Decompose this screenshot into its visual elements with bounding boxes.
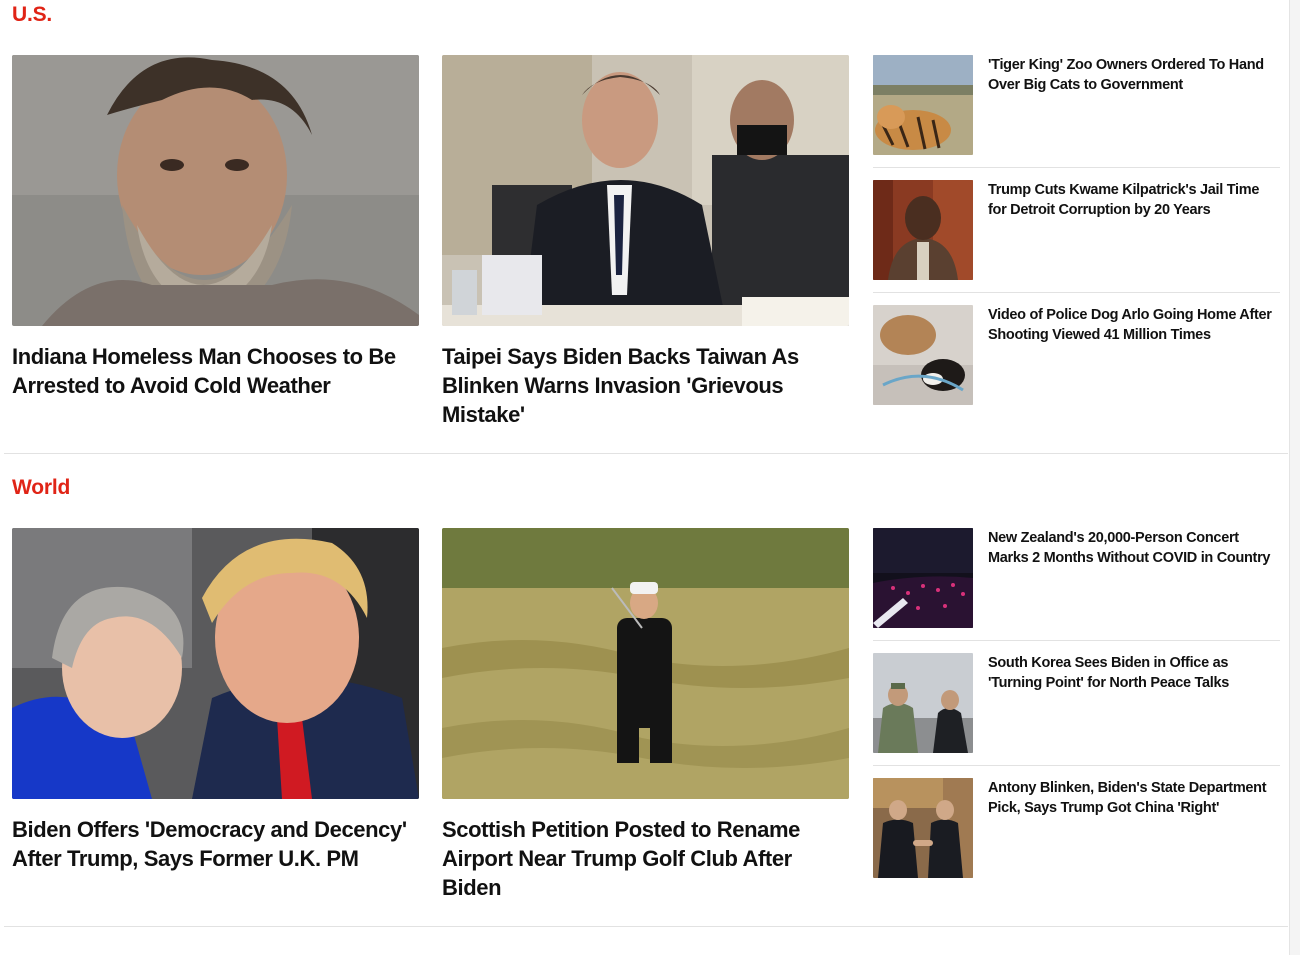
section-title-world[interactable]: World (12, 476, 70, 500)
dog-photo[interactable] (873, 305, 973, 405)
side-headline[interactable]: New Zealand's 20,000-Person Concert Mark… (988, 528, 1280, 568)
side-article[interactable]: South Korea Sees Biden in Office as 'Tur… (873, 653, 1280, 766)
side-article-list: 'Tiger King' Zoo Owners Ordered To Hand … (873, 55, 1280, 430)
soldiers-photo[interactable] (873, 653, 973, 753)
feature-headline[interactable]: Taipei Says Biden Backs Taiwan As Blinke… (442, 342, 849, 429)
leaders-photo[interactable] (12, 528, 419, 799)
side-article[interactable]: Video of Police Dog Arlo Going Home Afte… (873, 305, 1280, 405)
feature-headline[interactable]: Indiana Homeless Man Chooses to Be Arres… (12, 342, 419, 400)
courtroom-photo[interactable] (873, 180, 973, 280)
scrollbar-track[interactable] (1289, 0, 1300, 955)
hearing-photo[interactable] (442, 55, 849, 326)
concert-photo[interactable] (873, 528, 973, 628)
side-headline[interactable]: Trump Cuts Kwame Kilpatrick's Jail Time … (988, 180, 1280, 220)
feature-headline[interactable]: Scottish Petition Posted to Rename Airpo… (442, 815, 849, 902)
section-title-us[interactable]: U.S. (12, 3, 52, 27)
section-divider (4, 926, 1288, 927)
section-world: World Biden Offers 'Democracy and Decenc… (0, 473, 1288, 926)
side-headline[interactable]: Antony Blinken, Biden's State Department… (988, 778, 1280, 818)
side-article[interactable]: New Zealand's 20,000-Person Concert Mark… (873, 528, 1280, 641)
side-article-list: New Zealand's 20,000-Person Concert Mark… (873, 528, 1280, 903)
news-page: U.S. Indiana Homeless Man Chooses to Be … (0, 0, 1300, 955)
side-headline[interactable]: 'Tiger King' Zoo Owners Ordered To Hand … (988, 55, 1280, 95)
side-headline[interactable]: Video of Police Dog Arlo Going Home Afte… (988, 305, 1280, 345)
section-us: U.S. Indiana Homeless Man Chooses to Be … (0, 0, 1288, 453)
feature-article[interactable]: Taipei Says Biden Backs Taiwan As Blinke… (442, 55, 849, 429)
feature-article[interactable]: Biden Offers 'Democracy and Decency' Aft… (12, 528, 419, 873)
mugshot-photo[interactable] (12, 55, 419, 326)
side-article[interactable]: 'Tiger King' Zoo Owners Ordered To Hand … (873, 55, 1280, 168)
tiger-photo[interactable] (873, 55, 973, 155)
feature-article[interactable]: Scottish Petition Posted to Rename Airpo… (442, 528, 849, 902)
golf-photo[interactable] (442, 528, 849, 799)
side-article[interactable]: Trump Cuts Kwame Kilpatrick's Jail Time … (873, 180, 1280, 293)
section-divider (4, 453, 1288, 454)
feature-article[interactable]: Indiana Homeless Man Chooses to Be Arres… (12, 55, 419, 400)
handshake-photo[interactable] (873, 778, 973, 878)
feature-headline[interactable]: Biden Offers 'Democracy and Decency' Aft… (12, 815, 419, 873)
side-article[interactable]: Antony Blinken, Biden's State Department… (873, 778, 1280, 878)
side-headline[interactable]: South Korea Sees Biden in Office as 'Tur… (988, 653, 1280, 693)
